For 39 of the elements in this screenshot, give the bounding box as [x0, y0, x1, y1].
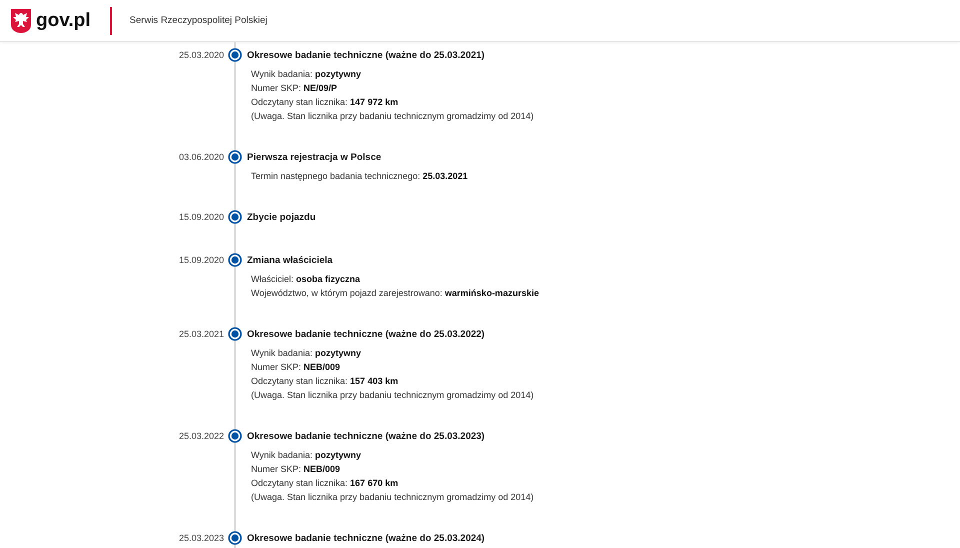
event-detail: Numer SKP: NE/09/P	[251, 82, 338, 95]
event-detail: (Uwaga. Stan licznika przy badaniu technicznym gromadzimy od 2014)	[251, 491, 535, 504]
event-detail: Wynik badania: pozytywny	[251, 68, 362, 81]
timeline-dot-icon	[228, 48, 242, 62]
event-title: Okresowe badanie techniczne (ważne do 25.03.2023)	[247, 430, 485, 442]
event-title: Okresowe badanie techniczne (ważne do 25.03.2022)	[247, 328, 485, 340]
event-date: 25.03.2020	[178, 50, 225, 60]
event-date: 15.09.2020	[178, 212, 225, 222]
event-detail: Odczytany stan licznika: 157 403 km	[251, 375, 400, 388]
event-detail: Termin następnego badania technicznego: 25.03.2021	[251, 170, 469, 183]
logo-text[interactable]: gov.pl	[36, 10, 91, 32]
event-date: 03.06.2020	[178, 152, 225, 162]
event-detail: Numer SKP: NEB/009	[251, 361, 342, 374]
timeline-dot-icon	[228, 327, 242, 341]
event-detail: Wynik badania: pozytywny	[251, 347, 362, 360]
event-date: 25.03.2021	[178, 329, 225, 339]
event-detail: Odczytany stan licznika: 147 972 km	[251, 96, 400, 109]
event-detail: Właściciel: osoba fizyczna	[251, 273, 362, 286]
event-title: Okresowe badanie techniczne (ważne do 25.03.2021)	[247, 50, 485, 60]
site-tagline: Serwis Rzeczypospolitej Polskiej	[130, 15, 268, 26]
event-detail: (Uwaga. Stan licznika przy badaniu technicznym gromadzimy od 2014)	[251, 110, 535, 123]
event-title: Okresowe badanie techniczne (ważne do 25.03.2024)	[247, 532, 485, 544]
timeline-dot-icon	[228, 429, 242, 443]
event-detail: Województwo, w którym pojazd zarejestrowano: warmińsko-mazurskie	[251, 287, 540, 300]
event-date: 25.03.2022	[178, 431, 225, 441]
timeline-dot-icon	[228, 253, 242, 267]
event-date: 25.03.2023	[178, 533, 225, 543]
event-detail: Wynik badania: pozytywny	[251, 449, 362, 462]
eagle-emblem-icon	[10, 8, 32, 34]
timeline-dot-icon	[228, 210, 242, 224]
event-detail: Numer SKP: NEB/009	[251, 463, 342, 476]
timeline-dot-icon	[228, 150, 242, 164]
event-date: 15.09.2020	[178, 255, 225, 265]
event-detail: Odczytany stan licznika: 167 670 km	[251, 477, 400, 490]
timeline-dot-icon	[228, 531, 242, 545]
event-detail: (Uwaga. Stan licznika przy badaniu technicznym gromadzimy od 2014)	[251, 389, 535, 402]
event-title: Pierwsza rejestracja w Polsce	[247, 152, 382, 162]
event-title: Zbycie pojazdu	[247, 212, 316, 222]
event-title: Zmiana właściciela	[247, 254, 333, 266]
